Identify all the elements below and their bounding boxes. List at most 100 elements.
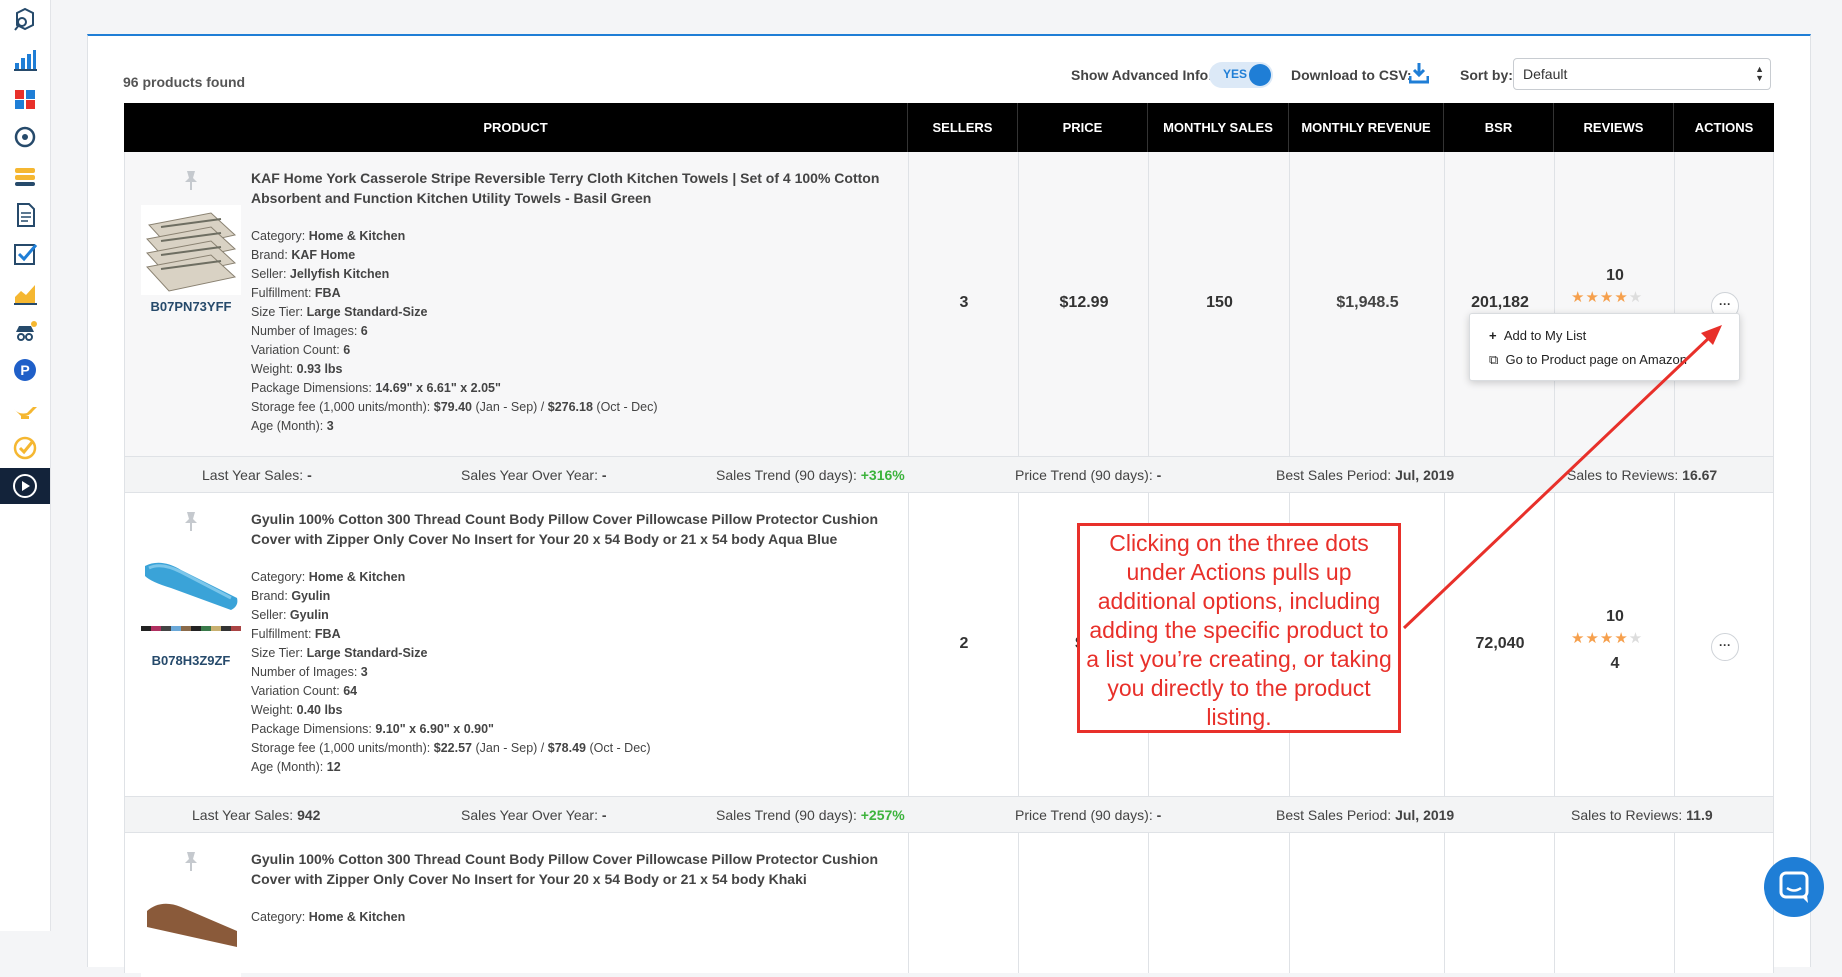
toggle-yes-label: YES (1223, 67, 1248, 81)
table-row: Gyulin 100% Cotton 300 Thread Count Body… (124, 833, 1774, 977)
product-title[interactable]: Gyulin 100% Cotton 300 Thread Count Body… (251, 849, 911, 889)
sales-to-reviews: Sales to Reviews: 11.9 (1571, 807, 1713, 823)
monthly-sales-value: 150 (1206, 294, 1233, 311)
sort-by-select[interactable]: Default ▲ ▼ (1513, 58, 1771, 90)
product-attributes: Category: Home & Kitchen (251, 910, 406, 924)
pin-icon[interactable] (180, 850, 202, 872)
sidebar-item-genie[interactable] (0, 390, 50, 428)
sidebar-item-tasks[interactable] (0, 429, 50, 467)
check-circle-icon (13, 436, 37, 460)
sellers-value: 3 (959, 294, 969, 311)
area-chart-icon (14, 285, 37, 305)
asin-link[interactable]: B07PN73YFF (135, 299, 247, 314)
table-row: B078H3Z9ZF Gyulin 100% Cotton 300 Thread… (124, 493, 1774, 796)
col-monthly-revenue[interactable]: MONTHLY REVENUE (1289, 103, 1444, 152)
chat-icon (1779, 871, 1809, 903)
go-to-amazon-item[interactable]: ⧉ Go to Product page on Amazon (1489, 352, 1687, 368)
reviews-count: 10 (1606, 608, 1624, 625)
play-icon (13, 474, 37, 498)
puzzle-icon (15, 90, 35, 109)
sidebar-item-product-research[interactable] (0, 0, 50, 38)
sidebar: P (0, 0, 51, 931)
pin-icon[interactable] (180, 169, 202, 191)
col-reviews[interactable]: REVIEWS (1554, 103, 1674, 152)
price-trend: Price Trend (90 days): - (1015, 467, 1162, 483)
product-attributes: Category: Home & Kitchen Brand: Gyulin S… (251, 570, 651, 774)
annotation-callout: Clicking on the three dots under Actions… (1077, 523, 1401, 733)
monthly-revenue-value: $1,948.5 (1336, 294, 1399, 311)
bsr-value: 201,182 (1471, 294, 1529, 311)
pin-icon[interactable] (180, 510, 202, 532)
sort-by-value: Default (1523, 66, 1568, 82)
svg-text:P: P (20, 362, 29, 378)
bar-chart-icon (14, 50, 37, 71)
product-attributes: Category: Home & Kitchen Brand: KAF Home… (251, 229, 658, 433)
external-link-icon: ⧉ (1489, 352, 1499, 367)
best-sales-period: Best Sales Period: Jul, 2019 (1276, 807, 1455, 823)
checkbox-icon (14, 244, 38, 265)
sidebar-item-parking[interactable]: P (0, 351, 50, 389)
toggle-knob (1249, 64, 1271, 86)
sidebar-item-trends[interactable] (0, 274, 50, 312)
products-found-count: 96 products found (123, 74, 246, 90)
sidebar-item-sales-analytics[interactable] (0, 40, 50, 78)
price-value: $12.99 (1059, 294, 1109, 311)
sales-yoy: Sales Year Over Year: - (461, 467, 607, 483)
select-arrows-icon: ▲ ▼ (1755, 64, 1764, 83)
col-product[interactable]: PRODUCT (124, 103, 908, 152)
advanced-info-toggle[interactable]: YES (1209, 62, 1273, 88)
download-csv-label: Download to CSV: (1291, 67, 1412, 83)
actions-menu-button[interactable]: ··· (1711, 633, 1739, 661)
table-header: PRODUCT SELLERS PRICE MONTHLY SALES MONT… (124, 103, 1774, 152)
product-title[interactable]: Gyulin 100% Cotton 300 Thread Count Body… (251, 509, 911, 549)
best-sales-period: Best Sales Period: Jul, 2019 (1276, 467, 1455, 483)
sidebar-item-spy[interactable] (0, 313, 50, 351)
bsr-value: 72,040 (1475, 635, 1525, 652)
rating-stars: ★★★★★ (1571, 630, 1644, 647)
sales-trend: Sales Trend (90 days): +316% (716, 467, 905, 483)
plus-icon: + (1489, 328, 1497, 343)
product-thumbnail[interactable] (141, 887, 241, 977)
price-trend: Price Trend (90 days): - (1015, 807, 1162, 823)
sales-summary-row: Last Year Sales: - Sales Year Over Year:… (124, 456, 1774, 493)
col-actions[interactable]: ACTIONS (1674, 103, 1774, 152)
sidebar-item-video[interactable] (0, 468, 50, 504)
product-thumbnail[interactable] (141, 205, 241, 295)
advanced-info-label: Show Advanced Info: (1071, 67, 1213, 83)
actions-dropdown: + Add to My List ⧉ Go to Product page on… (1469, 313, 1740, 381)
sales-yoy: Sales Year Over Year: - (461, 807, 607, 823)
sidebar-item-stack[interactable] (0, 157, 50, 195)
col-price[interactable]: PRICE (1018, 103, 1148, 152)
gear-brain-icon (14, 126, 36, 148)
col-bsr[interactable]: BSR (1444, 103, 1554, 152)
asin-link[interactable]: B078H3Z9ZF (135, 653, 247, 668)
sales-summary-row: Last Year Sales: 942 Sales Year Over Yea… (124, 796, 1774, 833)
col-sellers[interactable]: SELLERS (908, 103, 1018, 152)
sidebar-item-product-database[interactable] (0, 79, 50, 117)
sellers-value: 2 (959, 635, 969, 652)
col-monthly-sales[interactable]: MONTHLY SALES (1148, 103, 1289, 152)
rating-value: 4 (1610, 655, 1620, 672)
sidebar-item-listing[interactable] (0, 196, 50, 234)
reviews-count: 10 (1606, 267, 1624, 284)
sidebar-item-checklist[interactable] (0, 235, 50, 273)
table-row: B07PN73YFF KAF Home York Casserole Strip… (124, 152, 1774, 456)
download-icon[interactable] (1409, 62, 1429, 84)
product-thumbnail[interactable] (141, 548, 241, 638)
main-panel: 96 products found Show Advanced Info: YE… (87, 34, 1811, 977)
sales-to-reviews: Sales to Reviews: 16.67 (1567, 467, 1718, 483)
p-badge-icon: P (14, 359, 36, 381)
add-to-list-item[interactable]: + Add to My List (1489, 328, 1586, 343)
last-year-sales: Last Year Sales: - (202, 467, 312, 483)
sort-by-label: Sort by: (1460, 67, 1513, 83)
sidebar-item-niche-hunter[interactable] (0, 118, 50, 156)
rating-stars: ★★★★★ (1571, 289, 1644, 306)
genie-lamp-icon (14, 407, 37, 419)
spy-icon (16, 321, 37, 341)
product-title[interactable]: KAF Home York Casserole Stripe Reversibl… (251, 168, 911, 208)
chat-launcher-button[interactable] (1764, 857, 1824, 917)
cube-search-icon (14, 7, 34, 31)
last-year-sales: Last Year Sales: 942 (192, 807, 321, 823)
sales-trend: Sales Trend (90 days): +257% (716, 807, 905, 823)
stack-icon (15, 168, 35, 186)
